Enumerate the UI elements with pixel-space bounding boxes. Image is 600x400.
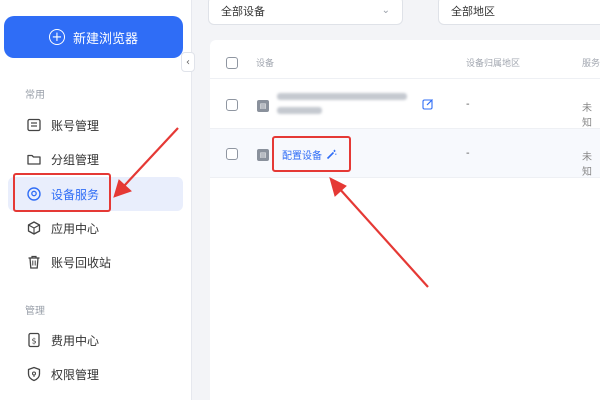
column-header-service: 服务 xyxy=(582,59,600,69)
configure-device-link[interactable]: 配置设备 xyxy=(282,147,337,162)
plus-circle-icon: + xyxy=(48,29,65,45)
document-list-icon xyxy=(27,118,41,132)
header-divider xyxy=(210,78,600,79)
region-filter-value: 全部地区 xyxy=(451,4,495,18)
row-status: 未知 xyxy=(582,103,592,129)
location-pin-icon xyxy=(27,187,41,201)
column-header-region: 设备归属地区 xyxy=(466,59,521,69)
magic-wand-icon xyxy=(326,149,337,160)
sidebar-item-groups[interactable]: 分组管理 xyxy=(8,142,183,176)
device-filter-select[interactable]: 全部设备 ⌄ xyxy=(208,0,403,25)
section-label-manage: 管理 xyxy=(25,306,45,317)
sidebar-item-label: 设备服务 xyxy=(51,187,100,202)
sidebar-item-label: 账号管理 xyxy=(51,118,100,133)
redacted-device-id xyxy=(277,93,407,100)
row-checkbox[interactable] xyxy=(226,148,238,160)
sidebar-item-label: 费用中心 xyxy=(51,333,100,348)
sidebar-item-label: 账号回收站 xyxy=(51,255,112,270)
device-table: 设备 设备归属地区 服务 ▤ - 未知 ▤ 配置设备 - 未知 xyxy=(210,40,600,400)
sidebar-item-app-center[interactable]: 应用中心 xyxy=(8,211,183,245)
sidebar-item-recycle-bin[interactable]: 账号回收站 xyxy=(8,245,183,279)
dollar-doc-icon: $ xyxy=(28,332,40,348)
device-tag-icon: ▤ xyxy=(257,149,269,161)
sidebar-item-label: 权限管理 xyxy=(51,367,100,382)
redacted-device-id xyxy=(277,107,322,114)
edit-icon[interactable] xyxy=(422,98,434,110)
region-filter-select[interactable]: 全部地区 xyxy=(438,0,600,25)
section-label-common: 常用 xyxy=(25,90,45,101)
shield-icon xyxy=(27,366,41,382)
sidebar-item-permissions[interactable]: 权限管理 xyxy=(8,357,183,391)
row-region: - xyxy=(466,148,470,159)
sidebar-item-label: 分组管理 xyxy=(51,152,100,167)
new-browser-button[interactable]: + 新建浏览器 xyxy=(4,16,183,58)
device-filter-value: 全部设备 xyxy=(221,4,265,18)
sidebar-item-device-service[interactable]: 设备服务 xyxy=(8,177,183,211)
column-header-device: 设备 xyxy=(256,59,275,69)
sidebar: + 新建浏览器 常用 账号管理 分组管理 设备服务 应用中心 账号回收站 管理 … xyxy=(0,0,192,400)
device-tag-icon: ▤ xyxy=(257,100,269,112)
row-checkbox[interactable] xyxy=(226,99,238,111)
sidebar-item-billing[interactable]: $ 费用中心 xyxy=(8,323,183,357)
row-status: 未知 xyxy=(582,152,592,178)
sidebar-item-label: 应用中心 xyxy=(51,221,100,236)
collapse-sidebar-button[interactable]: ‹ xyxy=(181,52,195,72)
chevron-left-icon: ‹ xyxy=(186,56,190,68)
svg-text:$: $ xyxy=(31,337,36,346)
cube-icon xyxy=(27,221,41,235)
trash-icon xyxy=(28,255,40,269)
row-region: - xyxy=(466,99,470,110)
row-divider xyxy=(210,177,600,178)
new-browser-label: 新建浏览器 xyxy=(72,31,138,47)
sidebar-item-accounts[interactable]: 账号管理 xyxy=(8,108,183,142)
folder-icon xyxy=(27,154,41,165)
select-all-checkbox[interactable] xyxy=(226,57,238,69)
chevron-down-icon: ⌄ xyxy=(381,5,390,16)
configure-device-label: 配置设备 xyxy=(282,151,322,162)
